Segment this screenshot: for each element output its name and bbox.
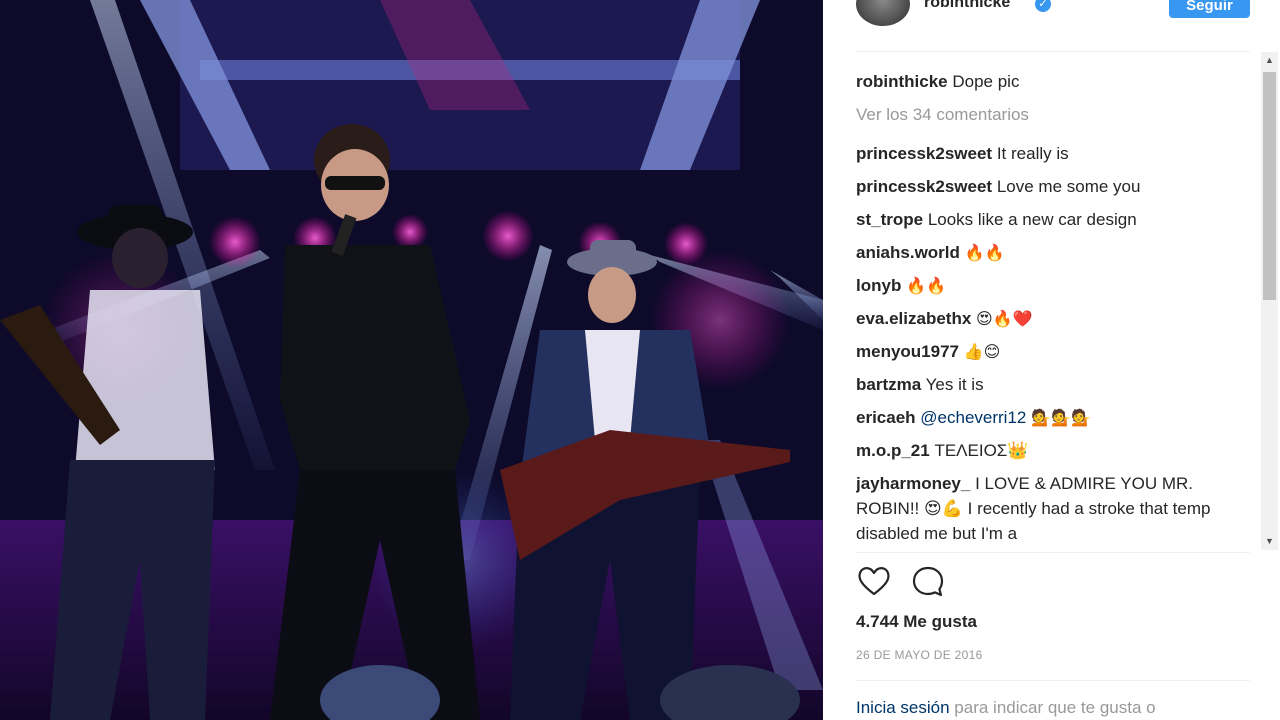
post-side-panel: robinthicke ✓ Seguir robinthicke Dope pi… <box>823 0 1280 720</box>
like-button[interactable] <box>856 564 892 600</box>
comment-username[interactable]: princessk2sweet <box>856 144 992 163</box>
comment-username[interactable]: aniahs.world <box>856 243 960 262</box>
like-count[interactable]: 4.744 Me gusta <box>856 612 977 632</box>
heart-icon <box>858 567 890 596</box>
instagram-post-view: robinthicke ✓ Seguir robinthicke Dope pi… <box>0 0 1280 720</box>
verified-check-icon: ✓ <box>1035 0 1051 12</box>
comment-username[interactable]: bartzma <box>856 375 921 394</box>
comment-username[interactable]: princessk2sweet <box>856 177 992 196</box>
comment-text: It really is <box>996 144 1069 163</box>
post-photo[interactable] <box>0 0 823 720</box>
login-link[interactable]: Inicia sesión <box>856 698 950 717</box>
caption: robinthicke Dope pic <box>856 69 1221 94</box>
login-prompt: Inicia sesión para indicar que te gusta … <box>856 698 1156 718</box>
comment-text: 👍😊 <box>963 344 1001 361</box>
comment-item: lonyb 🔥🔥 <box>856 273 1221 299</box>
follow-button[interactable]: Seguir <box>1169 0 1250 18</box>
avatar[interactable] <box>856 0 910 26</box>
comment-text: Yes it is <box>925 375 984 394</box>
comment-text: ΤΕΛΕΙΟΣ👑 <box>934 441 1029 460</box>
caption-text: Dope pic <box>952 72 1020 91</box>
comment-username[interactable]: ericaeh <box>856 408 916 427</box>
comment-item: jayharmoney_ I LOVE & ADMIRE YOU MR. ROB… <box>856 471 1221 546</box>
comment-bubble-icon <box>912 566 944 597</box>
comment-item: menyou1977 👍😊 <box>856 339 1221 365</box>
comment-text: Looks like a new car design <box>927 210 1137 229</box>
comment-item: m.o.p_21 ΤΕΛΕΙΟΣ👑 <box>856 438 1221 463</box>
comments-divider <box>856 552 1250 553</box>
comment-item: st_trope Looks like a new car design <box>856 207 1221 232</box>
comment-text: 💁💁💁 <box>1031 410 1091 427</box>
comment-text: 😍🔥❤️ <box>976 311 1033 328</box>
comment-item: bartzma Yes it is <box>856 372 1221 397</box>
caption-username[interactable]: robinthicke <box>856 72 948 91</box>
comment-mention[interactable]: @echeverri12 <box>920 408 1026 427</box>
comment-item: aniahs.world 🔥🔥 <box>856 240 1221 266</box>
post-actions <box>856 564 1056 604</box>
comment-button[interactable] <box>910 564 946 600</box>
post-date: 26 DE MAYO DE 2016 <box>856 648 983 662</box>
concert-stage-image <box>0 0 823 720</box>
comment-username[interactable]: st_trope <box>856 210 923 229</box>
comment-item: eva.elizabethx 😍🔥❤️ <box>856 306 1221 332</box>
post-header: robinthicke ✓ Seguir <box>823 0 1280 52</box>
header-username[interactable]: robinthicke <box>924 0 1010 12</box>
footer-divider <box>856 680 1250 681</box>
comment-item: princessk2sweet It really is <box>856 141 1221 166</box>
comment-username[interactable]: m.o.p_21 <box>856 441 930 460</box>
login-prompt-text: para indicar que te gusta o <box>954 698 1156 717</box>
scroll-down-arrow-icon[interactable]: ▼ <box>1261 533 1278 550</box>
comment-item: ericaeh @echeverri12 💁💁💁 <box>856 405 1221 431</box>
scroll-up-arrow-icon[interactable]: ▲ <box>1261 52 1278 69</box>
comment-username[interactable]: menyou1977 <box>856 342 959 361</box>
view-all-comments-link[interactable]: Ver los 34 comentarios <box>856 105 1029 125</box>
comment-text: Love me some you <box>996 177 1141 196</box>
comment-username[interactable]: lonyb <box>856 276 901 295</box>
comments-list: robinthicke Dope pic Ver los 34 comentar… <box>856 52 1276 552</box>
comment-text: 🔥🔥 <box>964 245 1005 262</box>
comment-username[interactable]: jayharmoney_ <box>856 474 970 493</box>
comment-item: princessk2sweet Love me some you <box>856 174 1221 199</box>
comment-text: 🔥🔥 <box>906 278 946 295</box>
scrollbar-thumb[interactable] <box>1263 72 1276 300</box>
comments-scrollbar[interactable]: ▲ ▼ <box>1261 52 1278 550</box>
comment-username[interactable]: eva.elizabethx <box>856 309 971 328</box>
